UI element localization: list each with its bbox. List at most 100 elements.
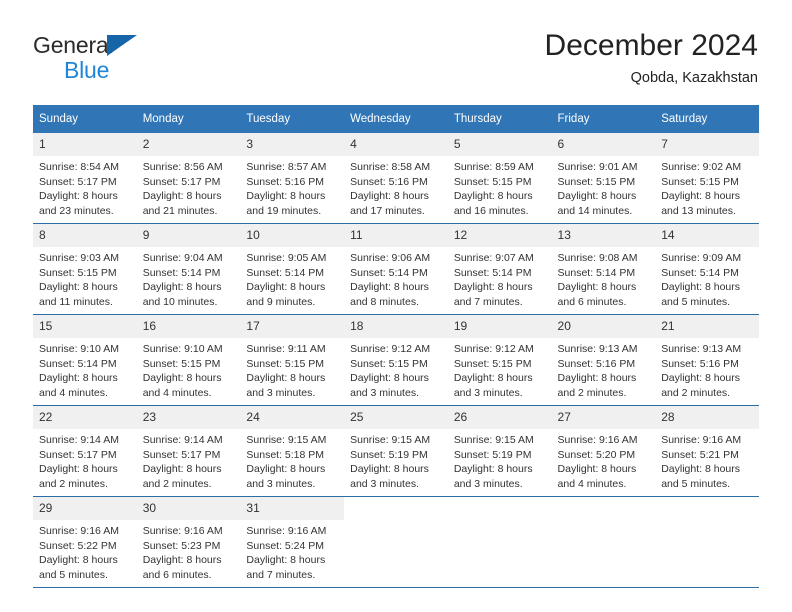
calendar-day-cell[interactable]: 13 Sunrise: 9:08 AM Sunset: 5:14 PM Dayligh… — [551, 223, 656, 315]
calendar-day-cell[interactable]: 18 Sunrise: 9:12 AM Sunset: 5:15 PM Dayligh… — [344, 314, 448, 406]
day-cell-inner: 19 Sunrise: 9:12 AM Sunset: 5:15 PM Dayligh… — [447, 315, 552, 405]
calendar-day-cell[interactable]: 12 Sunrise: 9:07 AM Sunset: 5:14 PM Dayligh… — [447, 223, 552, 315]
day-info-daylight2: and 2 minutes. — [557, 386, 627, 399]
calendar-day-cell[interactable]: 31 Sunrise: 9:16 AM Sunset: 5:24 PM Dayligh… — [240, 496, 345, 588]
day-info-daylight2: and 7 minutes. — [453, 295, 523, 308]
calendar-day-cell[interactable]: 30 Sunrise: 9:16 AM Sunset: 5:23 PM Dayligh… — [136, 496, 241, 588]
logo-top-row: General — [33, 32, 253, 58]
calendar-day-cell[interactable]: 15 Sunrise: 9:10 AM Sunset: 5:14 PM Dayligh… — [33, 314, 137, 406]
calendar-day-cell[interactable]: 25 Sunrise: 9:15 AM Sunset: 5:19 PM Dayligh… — [344, 405, 448, 497]
calendar-day-cell[interactable]: 19 Sunrise: 9:12 AM Sunset: 5:15 PM Dayligh… — [447, 314, 552, 406]
day-info-daylight1: Daylight: 8 hours — [661, 190, 741, 202]
calendar-day-cell[interactable]: 22 Sunrise: 9:14 AM Sunset: 5:17 PM Dayligh… — [33, 405, 137, 497]
day-number: 16 — [136, 315, 241, 338]
day-info-daylight1: Daylight: 8 hours — [453, 281, 533, 293]
day-info-daylight1: Daylight: 8 hours — [661, 281, 741, 293]
calendar-week-row: 8 Sunrise: 9:03 AM Sunset: 5:15 PM Daylight… — [33, 223, 759, 315]
weekday-header-saturday: Saturday — [655, 105, 759, 133]
calendar-day-cell[interactable]: 6 Sunrise: 9:01 AM Sunset: 5:15 PM Daylight… — [551, 133, 656, 224]
calendar-day-cell[interactable]: 5 Sunrise: 8:59 AM Sunset: 5:15 PM Daylight… — [447, 133, 552, 224]
day-info-daylight2: and 10 minutes. — [142, 295, 218, 308]
day-info-daylight1: Daylight: 8 hours — [246, 281, 326, 293]
calendar-day-cell[interactable]: 21 Sunrise: 9:13 AM Sunset: 5:16 PM Dayligh… — [655, 314, 759, 406]
calendar-day-cell[interactable]: 24 Sunrise: 9:15 AM Sunset: 5:18 PM Dayligh… — [240, 405, 345, 497]
day-info-sunset: Sunset: 5:16 PM — [661, 357, 739, 370]
day-cell-inner: 31 Sunrise: 9:16 AM Sunset: 5:24 PM Dayligh… — [240, 497, 345, 587]
day-number: 28 — [655, 406, 759, 429]
day-cell-inner: 25 Sunrise: 9:15 AM Sunset: 5:19 PM Dayligh… — [344, 406, 448, 496]
day-info: Sunrise: 9:10 AM Sunset: 5:15 PM Daylight:… — [137, 338, 241, 400]
day-info-daylight1: Daylight: 8 hours — [557, 281, 637, 293]
day-number: 11 — [344, 224, 448, 247]
day-cell-inner: 6 Sunrise: 9:01 AM Sunset: 5:15 PM Daylight… — [551, 133, 656, 223]
day-cell-inner: 26 Sunrise: 9:15 AM Sunset: 5:19 PM Dayligh… — [447, 406, 552, 496]
day-info-sunset: Sunset: 5:15 PM — [557, 175, 636, 188]
calendar-day-cell[interactable]: 8 Sunrise: 9:03 AM Sunset: 5:15 PM Daylight… — [33, 223, 137, 315]
day-number: 8 — [33, 224, 137, 247]
calendar-day-cell[interactable]: 23 Sunrise: 9:14 AM Sunset: 5:17 PM Dayligh… — [136, 405, 241, 497]
day-info-daylight2: and 11 minutes. — [39, 295, 113, 308]
day-info: Sunrise: 9:09 AM Sunset: 5:14 PM Daylight:… — [655, 247, 759, 309]
day-info-daylight2: and 2 minutes. — [39, 477, 108, 490]
calendar-day-cell[interactable]: 4 Sunrise: 8:58 AM Sunset: 5:16 PM Daylight… — [344, 133, 448, 224]
calendar-day-cell[interactable]: 17 Sunrise: 9:11 AM Sunset: 5:15 PM Dayligh… — [240, 314, 345, 406]
day-info-daylight1: Daylight: 8 hours — [557, 463, 637, 475]
day-info-sunset: Sunset: 5:18 PM — [246, 448, 325, 461]
day-info-sunrise: Sunrise: 9:16 AM — [246, 525, 327, 537]
day-cell-inner: 23 Sunrise: 9:14 AM Sunset: 5:17 PM Dayligh… — [136, 406, 241, 496]
calendar-day-cell[interactable]: 10 Sunrise: 9:05 AM Sunset: 5:14 PM Dayligh… — [240, 223, 345, 315]
day-info-daylight1: Daylight: 8 hours — [246, 554, 326, 566]
calendar-day-cell[interactable]: 16 Sunrise: 9:10 AM Sunset: 5:15 PM Dayligh… — [136, 314, 241, 406]
day-info-daylight2: and 4 minutes. — [142, 386, 212, 399]
day-info: Sunrise: 9:11 AM Sunset: 5:15 PM Daylight:… — [240, 338, 344, 400]
calendar-day-cell[interactable]: 11 Sunrise: 9:06 AM Sunset: 5:14 PM Dayligh… — [344, 223, 448, 315]
day-cell-inner: 8 Sunrise: 9:03 AM Sunset: 5:15 PM Daylight… — [33, 224, 137, 314]
calendar-day-cell[interactable]: 27 Sunrise: 9:16 AM Sunset: 5:20 PM Dayligh… — [551, 405, 656, 497]
day-number: 24 — [240, 406, 345, 429]
day-info-sunset: Sunset: 5:14 PM — [142, 266, 221, 279]
day-number: 20 — [551, 315, 656, 338]
weekday-header-tuesday: Tuesday — [240, 105, 345, 133]
day-cell-inner: 16 Sunrise: 9:10 AM Sunset: 5:15 PM Dayligh… — [136, 315, 241, 405]
day-info-sunrise: Sunrise: 9:03 AM — [39, 252, 119, 264]
calendar-day-cell[interactable]: 1 Sunrise: 8:54 AM Sunset: 5:17 PM Daylight… — [33, 133, 137, 224]
day-number: 10 — [240, 224, 345, 247]
day-info-sunrise: Sunrise: 9:09 AM — [661, 252, 742, 264]
day-info: Sunrise: 9:12 AM Sunset: 5:15 PM Daylight:… — [344, 338, 448, 400]
day-info-daylight2: and 4 minutes. — [557, 477, 627, 490]
day-number: 21 — [655, 315, 759, 338]
day-info-sunrise: Sunrise: 9:08 AM — [557, 252, 638, 264]
day-cell-inner: 20 Sunrise: 9:13 AM Sunset: 5:16 PM Dayligh… — [551, 315, 656, 405]
calendar-day-cell[interactable]: 20 Sunrise: 9:13 AM Sunset: 5:16 PM Dayligh… — [551, 314, 656, 406]
day-info-daylight2: and 8 minutes. — [350, 295, 419, 308]
title-block: December 2024 Qobda, Kazakhstan — [545, 28, 758, 88]
calendar-day-cell[interactable]: 14 Sunrise: 9:09 AM Sunset: 5:14 PM Dayligh… — [655, 223, 759, 315]
day-info-sunset: Sunset: 5:15 PM — [142, 357, 221, 370]
day-info-sunrise: Sunrise: 8:58 AM — [350, 161, 431, 173]
day-info-daylight1: Daylight: 8 hours — [350, 463, 429, 475]
calendar-day-cell[interactable]: 7 Sunrise: 9:02 AM Sunset: 5:15 PM Daylight… — [655, 133, 759, 224]
calendar-day-cell[interactable]: 2 Sunrise: 8:56 AM Sunset: 5:17 PM Daylight… — [136, 133, 241, 224]
day-info-sunrise: Sunrise: 9:02 AM — [661, 161, 742, 173]
weekday-header-friday: Friday — [551, 105, 656, 133]
day-info-daylight1: Daylight: 8 hours — [453, 463, 533, 475]
day-info-daylight1: Daylight: 8 hours — [557, 372, 637, 384]
calendar-day-cell[interactable]: 26 Sunrise: 9:15 AM Sunset: 5:19 PM Dayligh… — [447, 405, 552, 497]
logo-general-blue[interactable]: General Blue — [33, 32, 253, 84]
day-info — [344, 520, 448, 524]
calendar-day-cell[interactable]: 29 Sunrise: 9:16 AM Sunset: 5:22 PM Dayligh… — [33, 496, 137, 588]
day-cell-inner: 1 Sunrise: 8:54 AM Sunset: 5:17 PM Daylight… — [33, 133, 137, 223]
calendar-day-cell[interactable]: 3 Sunrise: 8:57 AM Sunset: 5:16 PM Daylight… — [240, 133, 345, 224]
day-number: 29 — [33, 497, 137, 520]
day-info-sunset: Sunset: 5:17 PM — [39, 175, 117, 188]
day-info-sunrise: Sunrise: 8:59 AM — [453, 161, 534, 173]
day-info-sunset: Sunset: 5:15 PM — [39, 266, 117, 279]
day-info: Sunrise: 9:14 AM Sunset: 5:17 PM Daylight:… — [137, 429, 241, 491]
day-number: 12 — [447, 224, 552, 247]
day-number: 22 — [33, 406, 137, 429]
day-cell-inner — [552, 497, 656, 587]
day-info: Sunrise: 9:08 AM Sunset: 5:14 PM Daylight:… — [552, 247, 656, 309]
calendar-day-cell[interactable]: 9 Sunrise: 9:04 AM Sunset: 5:14 PM Daylight… — [136, 223, 241, 315]
calendar-day-cell[interactable]: 28 Sunrise: 9:16 AM Sunset: 5:21 PM Dayligh… — [655, 405, 759, 497]
day-info: Sunrise: 9:15 AM Sunset: 5:18 PM Daylight:… — [240, 429, 344, 491]
